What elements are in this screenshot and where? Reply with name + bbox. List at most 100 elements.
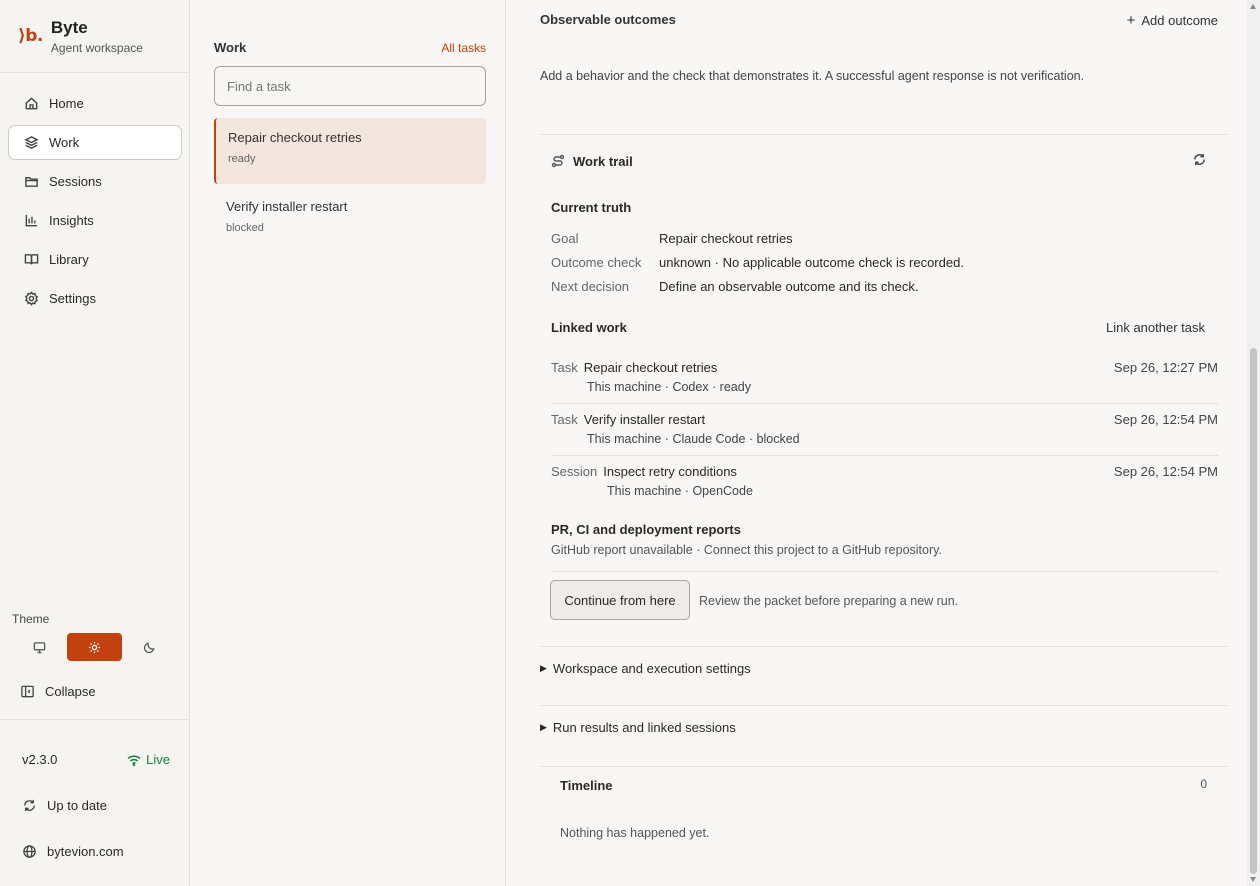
- sidebar: ⟩b. Byte Agent workspace Home Work Sessi…: [0, 0, 190, 886]
- update-label: Up to date: [47, 798, 107, 813]
- linked-work-row[interactable]: Task Repair checkout retries This machine…: [551, 360, 1218, 412]
- sidebar-divider: [0, 72, 190, 73]
- moon-icon: [143, 641, 155, 653]
- refresh-icon: [1194, 153, 1205, 166]
- website-link[interactable]: bytevion.com: [22, 844, 124, 859]
- truth-row: Outcome check unknown · No applicable ou…: [551, 255, 964, 270]
- linked-kind: Session: [551, 464, 598, 479]
- refresh-icon: [24, 799, 35, 812]
- refresh-work-trail-button[interactable]: [1192, 152, 1207, 170]
- task-name: Verify installer restart: [226, 199, 348, 214]
- truth-key: Goal: [551, 231, 579, 246]
- task-item[interactable]: Verify installer restart blocked: [214, 187, 486, 253]
- timeline-title: Timeline: [560, 778, 613, 793]
- monitor-icon: [33, 641, 46, 653]
- wifi-icon: [127, 754, 141, 766]
- version-label: v2.3.0: [22, 752, 58, 767]
- timeline-empty-message: Nothing has happened yet.: [560, 826, 710, 840]
- linked-sub: This machine · Codex · ready: [587, 380, 751, 394]
- continue-from-here-button[interactable]: Continue from here: [550, 580, 690, 620]
- layers-icon: [23, 135, 39, 151]
- workspace-settings-label: Workspace and execution settings: [552, 661, 751, 676]
- nav-item-work[interactable]: Work: [8, 125, 182, 160]
- add-outcome-label: Add outcome: [1141, 13, 1218, 28]
- nav-item-settings[interactable]: Settings: [8, 281, 182, 316]
- linked-date: Sep 26, 12:54 PM: [1113, 412, 1218, 427]
- bar-chart-icon: [23, 213, 39, 229]
- truth-row: Next decision Define an observable outco…: [551, 279, 918, 294]
- outcomes-header: Observable outcomes + Add outcome: [540, 12, 1218, 29]
- sidebar-divider: [0, 719, 190, 720]
- link-another-task-button[interactable]: Link another task: [1106, 320, 1205, 335]
- workspace-settings-toggle[interactable]: ▶ Workspace and execution settings: [540, 661, 751, 676]
- nav-item-library[interactable]: Library: [8, 242, 182, 277]
- outcomes-title: Observable outcomes: [540, 12, 676, 27]
- nav-item-home[interactable]: Home: [8, 86, 182, 121]
- reports-title: PR, CI and deployment reports: [551, 522, 741, 537]
- work-trail-header: Work trail: [551, 152, 1207, 170]
- nav-item-insights[interactable]: Insights: [8, 203, 182, 238]
- nav-label: Insights: [49, 213, 94, 228]
- live-status: Live: [127, 752, 170, 767]
- linked-sub: This machine · OpenCode: [607, 484, 753, 498]
- continue-note: Review the packet before preparing a new…: [699, 594, 959, 608]
- sidebar-collapse-icon: [21, 685, 34, 698]
- collapse-button[interactable]: Collapse: [20, 684, 96, 699]
- plus-icon: +: [1126, 12, 1136, 29]
- scrollbar[interactable]: [1247, 0, 1260, 886]
- linked-work-row[interactable]: Task Verify installer restart This machin…: [551, 412, 1218, 464]
- divider: [540, 646, 1228, 647]
- task-status: blocked: [226, 222, 264, 234]
- linked-work-title: Linked work: [551, 320, 627, 335]
- scroll-up-icon[interactable]: [1250, 4, 1256, 9]
- live-label: Live: [146, 752, 170, 767]
- divider: [540, 705, 1228, 706]
- theme-system-button[interactable]: [12, 633, 67, 661]
- current-truth-title: Current truth: [551, 200, 632, 215]
- theme-dark-button[interactable]: [122, 633, 177, 661]
- task-item[interactable]: Repair checkout retries ready: [214, 118, 486, 184]
- run-results-label: Run results and linked sessions: [552, 720, 736, 735]
- scroll-down-icon[interactable]: [1250, 877, 1256, 882]
- folder-icon: [23, 174, 39, 190]
- theme-light-button[interactable]: [67, 633, 122, 661]
- work-trail-label: Work trail: [573, 153, 633, 169]
- globe-icon: [23, 845, 36, 858]
- update-status-button[interactable]: Up to date: [22, 798, 107, 813]
- task-list-title: Work: [214, 40, 247, 55]
- main-nav: Home Work Sessions Insights Library Sett…: [8, 86, 182, 320]
- nav-label: Home: [49, 96, 84, 111]
- version-row: v2.3.0 Live: [22, 752, 170, 767]
- truth-value: Define an observable outcome and its che…: [659, 279, 919, 294]
- linked-date: Sep 26, 12:27 PM: [1113, 360, 1218, 375]
- home-icon: [23, 96, 39, 112]
- run-results-toggle[interactable]: ▶ Run results and linked sessions: [540, 720, 736, 735]
- add-outcome-button[interactable]: + Add outcome: [1127, 12, 1218, 29]
- outcomes-description: Add a behavior and the check that demons…: [540, 69, 1085, 83]
- truth-key: Outcome check: [551, 255, 642, 270]
- nav-label: Library: [49, 252, 89, 267]
- triangle-right-icon: ▶: [540, 663, 547, 673]
- nav-item-sessions[interactable]: Sessions: [8, 164, 182, 199]
- book-icon: [23, 252, 39, 268]
- divider: [551, 403, 1218, 404]
- divider: [540, 766, 1228, 767]
- linked-kind: Task: [551, 412, 578, 427]
- route-icon: [551, 154, 565, 168]
- divider: [540, 134, 1228, 135]
- sun-icon: [88, 641, 101, 653]
- triangle-right-icon: ▶: [540, 722, 547, 732]
- brand-logo: ⟩b.: [18, 26, 43, 46]
- linked-date: Sep 26, 12:54 PM: [1113, 464, 1218, 479]
- brand-name: Byte: [50, 18, 88, 37]
- truth-value: unknown · No applicable outcome check is…: [659, 255, 964, 270]
- task-search-input[interactable]: [214, 66, 486, 106]
- all-tasks-link[interactable]: All tasks: [441, 41, 486, 55]
- linked-work-row[interactable]: Session Inspect retry conditions This mac…: [551, 464, 1218, 516]
- scroll-thumb[interactable]: [1250, 348, 1257, 874]
- nav-label: Work: [49, 135, 80, 150]
- theme-label: Theme: [12, 612, 50, 626]
- brand[interactable]: ⟩b. Byte Agent workspace: [18, 18, 143, 55]
- timeline-count: 0: [1200, 777, 1207, 791]
- gear-icon: [23, 291, 39, 307]
